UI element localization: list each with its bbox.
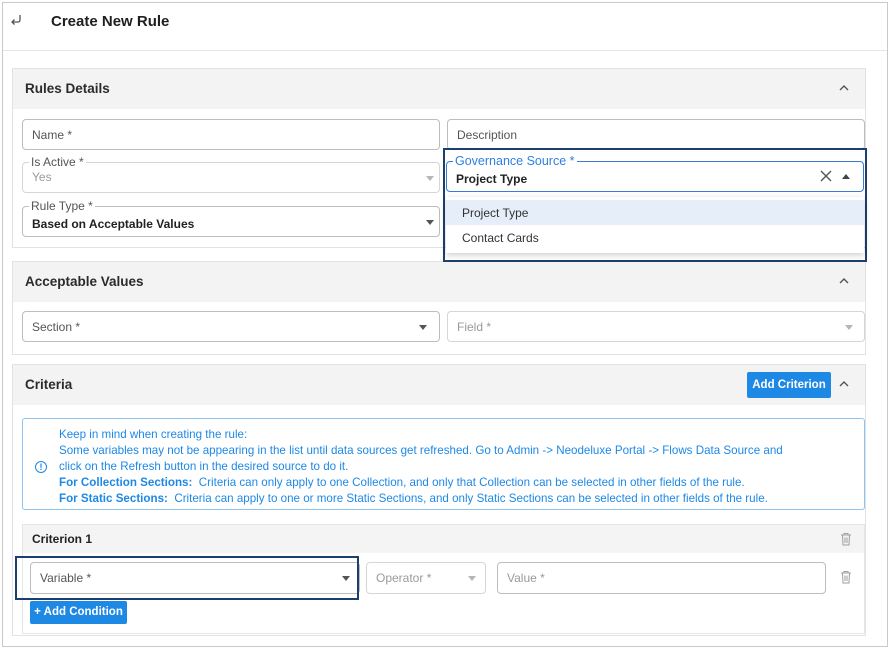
field-placeholder: Field * [457,320,492,334]
acceptable-values-section: Acceptable Values Section * Field * [12,261,866,355]
variable-highlight [15,556,359,600]
chevron-down-icon [845,325,853,330]
add-criterion-button[interactable]: Add Criterion [747,372,831,398]
operator-placeholder: Operator * [376,571,432,585]
rule-type-label: Rule Type * [29,199,95,213]
name-field[interactable]: Name * [22,119,440,150]
info-collection-line: For Collection Sections: Criteria can on… [59,476,745,489]
trash-icon[interactable] [840,532,852,546]
section-select[interactable]: Section * [22,311,440,342]
collection-text: Criteria can only apply to one Collectio… [198,476,745,489]
description-field[interactable]: Description [447,119,865,150]
rule-type-select[interactable]: Rule Type * Based on Acceptable Values [22,199,440,237]
governance-source-value: Project Type [456,172,528,186]
governance-source-dropdown: Project Type Contact Cards [446,197,864,253]
trash-icon[interactable] [840,570,852,584]
is-active-value: Yes [32,170,52,184]
operator-select[interactable]: Operator * [366,562,486,594]
info-static-line: For Static Sections: Criteria can apply … [59,492,768,505]
back-arrow-icon[interactable] [9,13,29,33]
is-active-select[interactable]: Is Active * Yes [22,155,440,193]
collection-title: For Collection Sections: [59,476,193,489]
rule-type-value: Based on Acceptable Values [32,217,195,231]
name-placeholder: Name * [32,128,73,142]
info-line: Keep in mind when creating the rule: [59,428,248,441]
info-notice: ! Keep in mind when creating the rule: S… [22,418,865,510]
field-select[interactable]: Field * [447,311,865,342]
chevron-down-icon [468,576,476,581]
value-placeholder: Value * [507,571,545,585]
section-title: Acceptable Values [25,274,144,289]
chevron-up-icon[interactable] [842,174,850,179]
description-placeholder: Description [457,128,518,142]
info-line: Some variables may not be appearing in t… [59,444,783,457]
page-title: Create New Rule [51,13,170,30]
clear-icon[interactable] [820,170,832,182]
app-frame: Create New Rule Rules Details Name * Des… [2,2,888,647]
section-title: Criteria [25,377,73,392]
add-condition-button[interactable]: + Add Condition [30,601,127,624]
top-bar: Create New Rule [3,3,887,51]
static-text: Criteria can apply to one or more Static… [174,492,768,505]
dropdown-option-project-type[interactable]: Project Type [446,200,864,225]
governance-source-label: Governance Source * [453,154,577,168]
chevron-up-icon[interactable] [837,377,851,391]
info-line: click on the Refresh button in the desir… [59,460,349,473]
rules-details-header[interactable]: Rules Details [13,69,865,109]
criterion-title: Criterion 1 [32,532,93,546]
value-input[interactable]: Value * [497,562,826,594]
chevron-up-icon[interactable] [837,274,851,288]
static-title: For Static Sections: [59,492,168,505]
governance-source-select[interactable]: Governance Source * Project Type [446,154,864,192]
criterion-header: Criterion 1 [23,525,864,553]
acceptable-values-header[interactable]: Acceptable Values [13,262,865,302]
info-icon: ! [35,461,47,473]
is-active-label: Is Active * [29,155,86,169]
section-placeholder: Section * [32,320,81,334]
chevron-down-icon [419,325,427,330]
section-title: Rules Details [25,81,110,96]
chevron-down-icon [426,220,434,225]
chevron-up-icon[interactable] [837,81,851,95]
criteria-header[interactable]: Criteria Add Criterion [13,365,865,405]
dropdown-option-contact-cards[interactable]: Contact Cards [446,225,864,250]
chevron-down-icon [426,176,434,181]
